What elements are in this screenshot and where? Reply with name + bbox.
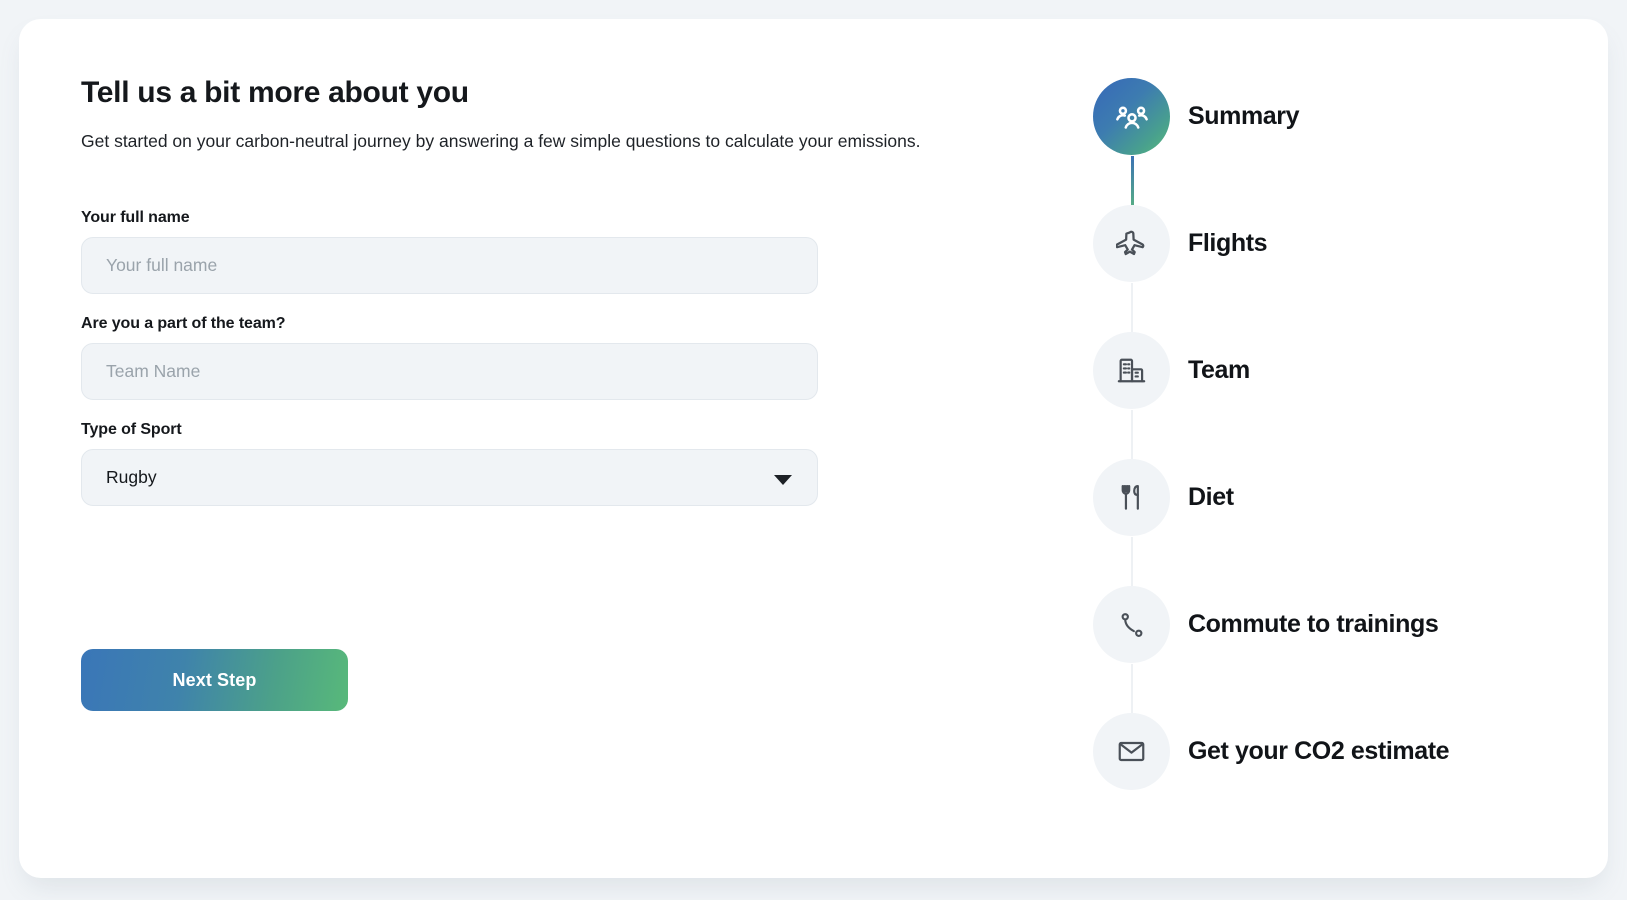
stepper-label-commute: Commute to trainings [1188, 610, 1439, 638]
stepper-circle-commute [1093, 586, 1170, 663]
page-root: Tell us a bit more about you Get started… [0, 0, 1627, 900]
stepper-item-commute[interactable]: Commute to trainings [1093, 586, 1573, 713]
type-of-sport-select[interactable] [81, 449, 818, 506]
stepper-connector-line [1131, 537, 1133, 586]
onboarding-card: Tell us a bit more about you Get started… [19, 19, 1608, 878]
stepper-label-team: Team [1188, 356, 1250, 384]
cutlery-icon [1116, 482, 1147, 513]
page-subtitle: Get started on your carbon-neutral journ… [81, 131, 921, 151]
team-name-input[interactable] [81, 343, 818, 400]
page-title: Tell us a bit more about you [81, 76, 469, 109]
envelope-icon [1116, 736, 1147, 767]
label-team-name: Are you a part of the team? [81, 315, 286, 332]
stepper-label-flights: Flights [1188, 229, 1268, 257]
stepper-connector-line [1131, 156, 1134, 205]
form-column: Tell us a bit more about you Get started… [81, 74, 1041, 711]
next-step-button[interactable]: Next Step [81, 649, 348, 711]
stepper-label-summary: Summary [1188, 102, 1300, 130]
label-type-of-sport: Type of Sport [81, 421, 182, 438]
field-group-type-of-sport: Type of Sport [81, 421, 1041, 506]
users-group-icon [1115, 100, 1149, 134]
stepper-connector-line [1131, 664, 1133, 713]
stepper-item-team[interactable]: Team [1093, 332, 1573, 459]
field-group-full-name: Your full name [81, 209, 1041, 294]
progress-stepper: Summary Flights Team Diet Commute to tra… [1093, 78, 1573, 793]
stepper-connector-line [1131, 410, 1133, 459]
type-of-sport-select-wrapper [81, 449, 818, 506]
stepper-item-summary[interactable]: Summary [1093, 78, 1573, 205]
label-full-name: Your full name [81, 209, 190, 226]
stepper-label-diet: Diet [1188, 483, 1234, 511]
building-icon [1116, 355, 1147, 386]
field-group-team-name: Are you a part of the team? [81, 315, 1041, 400]
stepper-circle-diet [1093, 459, 1170, 536]
stepper-connector-line [1131, 283, 1133, 332]
stepper-circle-team [1093, 332, 1170, 409]
airplane-icon [1115, 228, 1148, 260]
form-fields: Your full name Are you a part of the tea… [81, 209, 1041, 506]
stepper-circle-co2-estimate [1093, 713, 1170, 790]
stepper-item-diet[interactable]: Diet [1093, 459, 1573, 586]
stepper-item-flights[interactable]: Flights [1093, 205, 1573, 332]
stepper-item-co2-estimate[interactable]: Get your CO2 estimate [1093, 713, 1573, 793]
full-name-input[interactable] [81, 237, 818, 294]
stepper-label-co2-estimate: Get your CO2 estimate [1188, 737, 1450, 765]
stepper-circle-summary [1093, 78, 1170, 155]
route-icon [1117, 610, 1147, 640]
stepper-circle-flights [1093, 205, 1170, 282]
